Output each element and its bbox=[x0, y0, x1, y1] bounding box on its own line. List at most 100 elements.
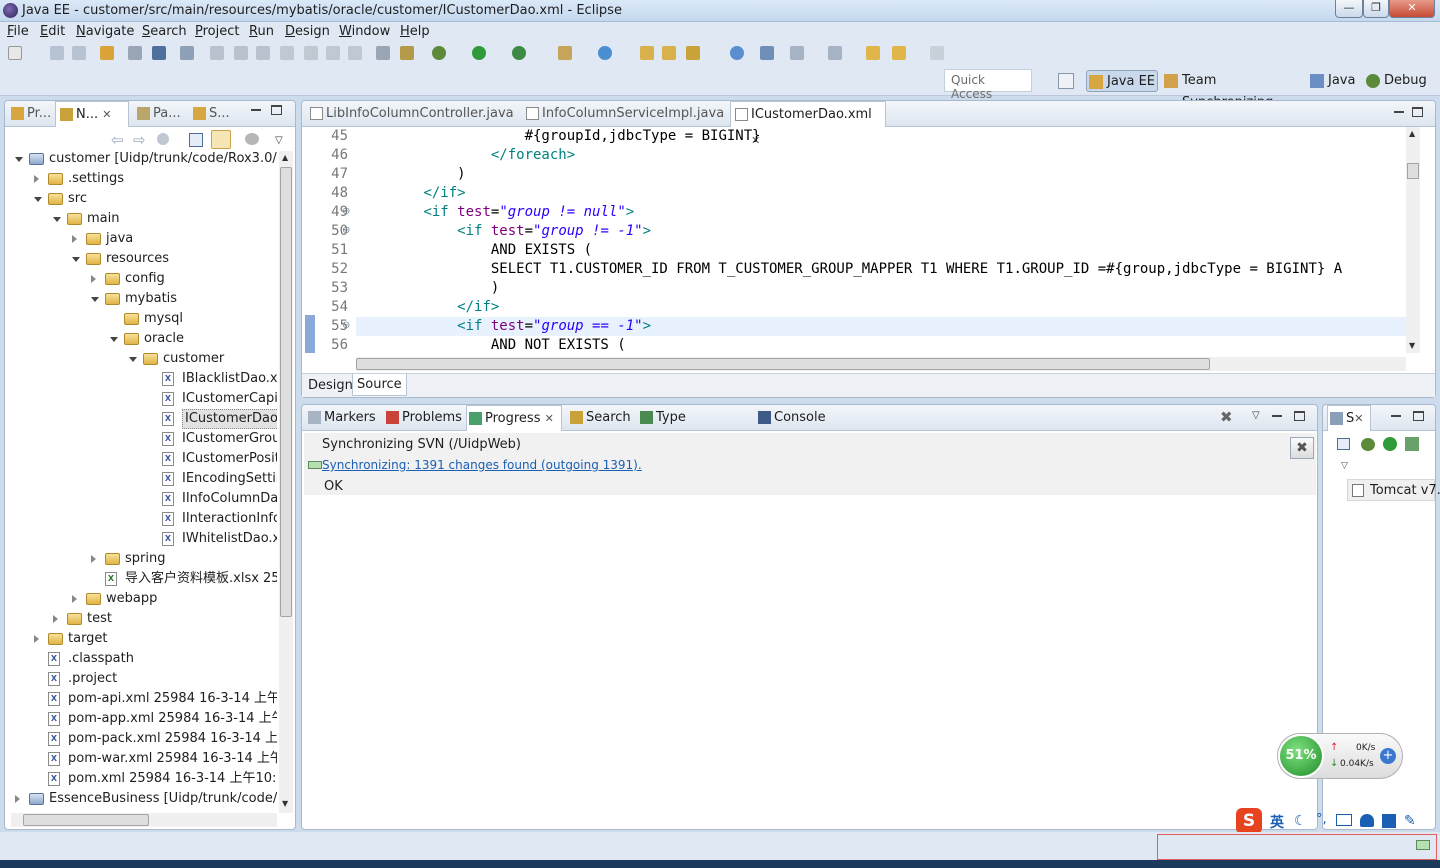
start-server-icon[interactable] bbox=[1383, 437, 1397, 451]
code-area[interactable]: 45 #{groupId,jdbcType = BIGINT} 46 </fore… bbox=[302, 127, 1406, 357]
scroll-up-arrow-icon[interactable]: ▲ bbox=[1409, 129, 1415, 138]
menu-run[interactable]: Run bbox=[249, 24, 274, 39]
tree-item[interactable]: mybatis bbox=[11, 289, 277, 309]
tree-item[interactable]: X IWhitelistDao.xm bbox=[11, 529, 277, 549]
close-icon[interactable]: ✕ bbox=[102, 108, 111, 121]
deploy-icon[interactable] bbox=[400, 46, 414, 60]
tree-item[interactable]: customer bbox=[11, 349, 277, 369]
code-line[interactable]: AND NOT EXISTS ( bbox=[356, 336, 626, 355]
tab-servers[interactable]: S... bbox=[189, 101, 243, 127]
minimize-button[interactable]: — bbox=[1335, 0, 1363, 18]
save-all-icon[interactable] bbox=[72, 46, 86, 60]
tab-markers[interactable]: Markers bbox=[306, 405, 378, 431]
view-menu-icon[interactable]: ▽ bbox=[275, 135, 283, 146]
view-menu-icon[interactable]: ▽ bbox=[1252, 410, 1260, 421]
print-icon[interactable] bbox=[128, 46, 142, 60]
menu-design[interactable]: Design bbox=[285, 24, 330, 39]
last-edit-icon[interactable] bbox=[866, 46, 880, 60]
search-toolbar-icon[interactable] bbox=[686, 46, 700, 60]
tree-item[interactable]: config bbox=[11, 269, 277, 289]
menu-help[interactable]: Help bbox=[400, 24, 430, 39]
save-icon[interactable] bbox=[50, 46, 64, 60]
tab-progress[interactable]: Progress ✕ bbox=[466, 405, 562, 431]
tab-search[interactable]: Search bbox=[568, 405, 632, 431]
tree-item[interactable]: EssenceBusiness [Uidp/trunk/code/Rox bbox=[11, 789, 277, 809]
tree-item[interactable]: webapp bbox=[11, 589, 277, 609]
tree-item[interactable]: Xpom-api.xml 25984 16-3-14 上午10 bbox=[11, 689, 277, 709]
code-line[interactable]: <if test="group != -1"> bbox=[356, 222, 651, 241]
tree-item[interactable]: oracle bbox=[11, 329, 277, 349]
maximize-icon[interactable] bbox=[1294, 411, 1305, 421]
step-into-icon[interactable] bbox=[280, 46, 294, 60]
tools-icon[interactable]: ✎ bbox=[1404, 813, 1416, 829]
prev-annotation-icon[interactable] bbox=[828, 46, 842, 60]
forward-icon[interactable] bbox=[930, 46, 944, 60]
step-return-icon[interactable] bbox=[326, 46, 340, 60]
code-line[interactable]: <if test="group == -1"> bbox=[356, 317, 651, 336]
scroll-thumb[interactable] bbox=[1407, 163, 1419, 179]
scroll-thumb[interactable] bbox=[356, 358, 1210, 370]
forward-arrow-icon[interactable]: ⇨ bbox=[133, 131, 146, 149]
new-class-icon[interactable] bbox=[598, 46, 612, 60]
drop-to-frame-icon[interactable] bbox=[348, 46, 362, 60]
scroll-down-arrow-icon[interactable]: ▼ bbox=[1409, 341, 1415, 350]
close-icon[interactable]: ✕ bbox=[545, 412, 554, 425]
code-line[interactable]: SELECT T1.CUSTOMER_ID FROM T_CUSTOMER_GR… bbox=[356, 260, 1342, 279]
format-icon[interactable] bbox=[376, 46, 390, 60]
perspective-java[interactable]: Java bbox=[1308, 70, 1360, 92]
link-editor-icon[interactable] bbox=[211, 130, 231, 149]
fold-icon[interactable]: ⊖ bbox=[342, 225, 350, 236]
code-line[interactable]: ) bbox=[356, 165, 465, 184]
fold-icon[interactable]: ⊖ bbox=[342, 206, 350, 217]
tree-item[interactable]: resources bbox=[11, 249, 277, 269]
menu-window[interactable]: Window bbox=[339, 24, 390, 39]
terminate-icon[interactable] bbox=[256, 46, 270, 60]
tree-item[interactable]: .settings bbox=[11, 169, 277, 189]
perspective-debug[interactable]: Debug bbox=[1364, 70, 1428, 92]
scroll-thumb[interactable] bbox=[23, 814, 149, 826]
tree-item[interactable]: Xpom.xml 25984 16-3-14 上午10:05 bbox=[11, 769, 277, 789]
expanded-arrow-icon[interactable] bbox=[72, 257, 80, 262]
tree-item[interactable]: mysql bbox=[11, 309, 277, 329]
menu-search[interactable]: Search bbox=[142, 24, 187, 39]
tab-navigator[interactable]: N... ✕ bbox=[55, 101, 129, 127]
close-button[interactable]: ✕ bbox=[1389, 0, 1435, 18]
up-icon[interactable] bbox=[157, 133, 169, 145]
tab-design[interactable]: Design bbox=[304, 376, 357, 396]
sogou-logo[interactable]: S bbox=[1236, 808, 1262, 834]
tree-item[interactable]: Xpom-app.xml 25984 16-3-14 上午1( bbox=[11, 709, 277, 729]
tab-source[interactable]: Source bbox=[352, 374, 407, 396]
open-task-icon[interactable] bbox=[662, 46, 676, 60]
keyboard-icon[interactable] bbox=[1336, 814, 1352, 826]
minimize-icon[interactable] bbox=[1394, 111, 1404, 113]
run-external-icon[interactable] bbox=[512, 46, 526, 60]
new-server-icon[interactable] bbox=[558, 46, 572, 60]
collapsed-arrow-icon[interactable] bbox=[91, 555, 96, 563]
tree-item[interactable]: Xpom-pack.xml 25984 16-3-14 上午1 bbox=[11, 729, 277, 749]
tree-item[interactable]: X IInfoColumnDao bbox=[11, 489, 277, 509]
resume-icon[interactable] bbox=[210, 46, 224, 60]
filters-icon[interactable] bbox=[245, 133, 259, 145]
scroll-up-arrow-icon[interactable]: ▲ bbox=[282, 153, 288, 162]
expanded-arrow-icon[interactable] bbox=[15, 157, 23, 162]
globe-icon[interactable] bbox=[730, 46, 744, 60]
tab-libinfocolumncontroller[interactable]: LibInfoColumnController.java bbox=[306, 101, 520, 127]
suspend-icon[interactable] bbox=[234, 46, 248, 60]
code-line[interactable]: </if> bbox=[356, 298, 499, 317]
progress-indicator-icon[interactable] bbox=[1416, 840, 1430, 850]
step-over-icon[interactable] bbox=[304, 46, 318, 60]
maximize-button[interactable]: ❐ bbox=[1363, 0, 1389, 18]
open-type-icon[interactable] bbox=[640, 46, 654, 60]
menu-edit[interactable]: Edit bbox=[40, 24, 65, 39]
code-line[interactable]: #{groupId,jdbcType = BIGINT} bbox=[356, 127, 761, 146]
expanded-arrow-icon[interactable] bbox=[110, 337, 118, 342]
profile-server-icon[interactable] bbox=[1405, 437, 1419, 451]
tab-package-explorer[interactable]: Pa... bbox=[133, 101, 187, 127]
collapsed-arrow-icon[interactable] bbox=[91, 275, 96, 283]
ime-language-toggle[interactable]: 英 bbox=[1270, 812, 1284, 832]
tree-item[interactable]: target bbox=[11, 629, 277, 649]
collapsed-arrow-icon[interactable] bbox=[15, 795, 20, 803]
debug-server-icon[interactable] bbox=[1361, 438, 1375, 451]
maximize-icon[interactable] bbox=[271, 105, 282, 115]
add-icon[interactable]: + bbox=[1380, 748, 1396, 764]
